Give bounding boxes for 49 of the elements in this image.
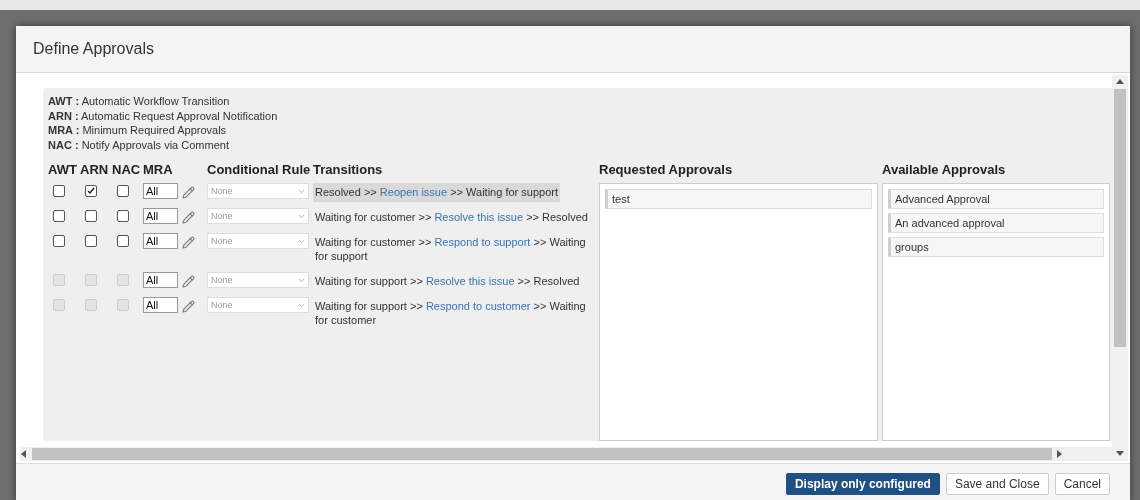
dialog-title: Define Approvals (33, 40, 154, 58)
down-arrow-icon[interactable] (1116, 450, 1124, 458)
checkbox[interactable] (117, 210, 129, 222)
legend-text: NAC : Notify Approvals via Comment (48, 137, 230, 152)
column-header: Transitions (313, 160, 384, 179)
column-header: Available Approvals (881, 160, 1007, 179)
approval-item[interactable]: groups (888, 237, 1104, 257)
pencil-icon[interactable] (182, 275, 195, 288)
column-header: AWT (48, 160, 78, 179)
transition-link[interactable]: Resolve this issue (434, 211, 524, 223)
left-arrow-icon[interactable] (20, 450, 28, 458)
legend-text: AWT : Automatic Workflow Transition (48, 94, 231, 109)
vertical-scrollbar[interactable] (1112, 75, 1128, 461)
checkbox[interactable] (117, 185, 129, 197)
transition-text[interactable]: Waiting for customer >> Respond to support >> Waiting for support (313, 233, 597, 266)
checkbox[interactable] (53, 210, 65, 222)
checkbox[interactable] (53, 235, 65, 247)
column-header: Requested Approvals (598, 160, 734, 179)
column-header: MRA (143, 160, 174, 179)
pencil-icon[interactable] (182, 300, 195, 313)
column-header: ARN (80, 160, 110, 179)
checkbox[interactable] (117, 235, 129, 247)
approval-item[interactable]: An advanced approval (888, 213, 1104, 233)
dialog-button[interactable]: Cancel (1054, 473, 1110, 495)
column-header: NAC (112, 160, 142, 179)
dialog-button[interactable]: Display only configured (785, 473, 940, 495)
transition-link[interactable]: Reopen issue (379, 186, 448, 198)
checkbox[interactable] (53, 185, 65, 197)
pencil-icon[interactable] (182, 211, 195, 224)
mra-field[interactable]: All (143, 183, 178, 199)
transition-text[interactable]: Resolved >> Reopen issue >> Waiting for support (313, 183, 560, 202)
checkbox[interactable] (85, 210, 97, 222)
transition-text[interactable]: Waiting for customer >> Resolve this issue >> Resolved (313, 208, 590, 227)
approval-item[interactable]: Advanced Approval (888, 189, 1104, 209)
pencil-icon[interactable] (182, 236, 195, 249)
mra-field[interactable]: All (143, 208, 178, 224)
transition-link[interactable]: Respond to support (434, 236, 531, 248)
up-arrow-icon[interactable] (1116, 78, 1124, 86)
dialog-button[interactable]: Save and Close (945, 473, 1049, 495)
checkbox[interactable] (85, 235, 97, 247)
legend-text: MRA : Minimum Required Approvals (48, 123, 228, 138)
column-header: Conditional Rule (207, 160, 312, 179)
approval-item[interactable]: test (605, 189, 872, 209)
legend-text: ARN : Automatic Request Approval Notification (48, 108, 279, 123)
horizontal-scrollbar[interactable] (20, 447, 1112, 461)
checkbox[interactable] (85, 185, 97, 197)
mra-field[interactable]: All (143, 233, 178, 249)
right-arrow-icon[interactable] (1056, 450, 1064, 458)
pencil-icon[interactable] (182, 186, 195, 199)
